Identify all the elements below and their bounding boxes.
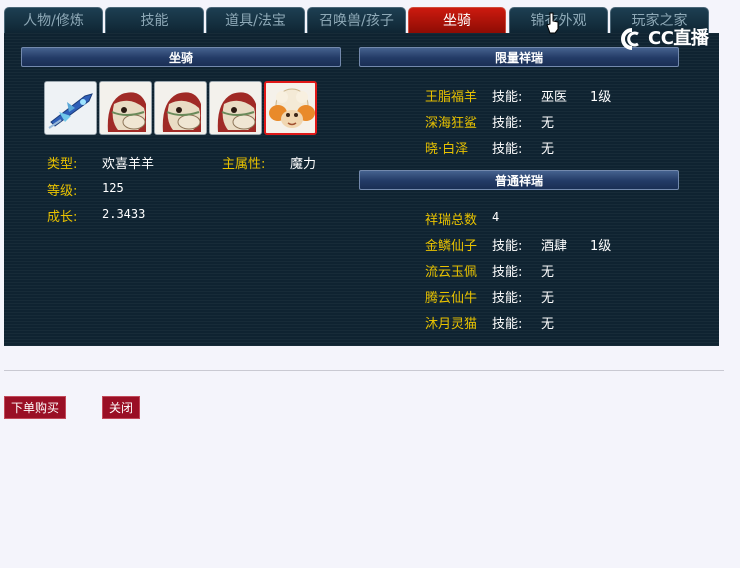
horse-mount-icon xyxy=(210,82,261,134)
divider xyxy=(4,370,724,371)
type-value: 欢喜羊羊 xyxy=(102,157,155,172)
level-value: 125 xyxy=(102,181,124,195)
limited-item-skill-label: 技能: xyxy=(492,90,523,105)
limited-item-name: 深海狂鲨 xyxy=(425,116,478,131)
normal-item-skill: 酒肆 xyxy=(541,239,568,254)
normal-item-skill: 无 xyxy=(541,265,555,280)
logo-text: CC直播 xyxy=(648,28,709,49)
tab-summons[interactable]: 召唤兽/孩子 xyxy=(307,7,406,33)
mount-slot[interactable] xyxy=(209,81,262,135)
auspicious-total-value: 4 xyxy=(492,210,500,224)
normal-item-skill-label: 技能: xyxy=(492,291,523,306)
mount-slot-selected[interactable] xyxy=(264,81,317,135)
flying-sword-mount-icon xyxy=(45,82,96,134)
auspicious-total-label: 祥瑞总数 xyxy=(425,213,478,228)
normal-item-skill-label: 技能: xyxy=(492,265,523,280)
sheep-mount-icon xyxy=(266,83,315,133)
cc-logo-icon xyxy=(621,28,639,50)
normal-item-skill-level: 1级 xyxy=(590,239,612,254)
normal-item-skill: 无 xyxy=(541,291,555,306)
growth-label: 成长: xyxy=(47,210,78,225)
mount-slot-list xyxy=(44,81,320,137)
normal-item-skill-label: 技能: xyxy=(492,239,523,254)
growth-value: 2.3433 xyxy=(102,207,146,221)
normal-item-name: 沐月灵猫 xyxy=(425,317,478,332)
tab-mount[interactable]: 坐骑 xyxy=(408,7,506,33)
normal-auspicious-title: 普通祥瑞 xyxy=(359,170,679,190)
main-attribute-label: 主属性: xyxy=(222,157,266,172)
limited-item-skill: 无 xyxy=(541,142,555,157)
close-button[interactable]: 关闭 xyxy=(102,396,140,419)
normal-item-skill: 无 xyxy=(541,317,555,332)
mount-slot[interactable] xyxy=(44,81,97,135)
mount-slot[interactable] xyxy=(154,81,207,135)
limited-item-skill-label: 技能: xyxy=(492,116,523,131)
limited-item-skill: 巫医 xyxy=(541,90,568,105)
tab-skills[interactable]: 技能 xyxy=(105,7,204,33)
normal-item-name: 流云玉佩 xyxy=(425,265,478,280)
tab-character[interactable]: 人物/修炼 xyxy=(4,7,103,33)
mount-section-title: 坐骑 xyxy=(21,47,341,67)
tab-items[interactable]: 道具/法宝 xyxy=(206,7,305,33)
horse-mount-icon xyxy=(155,82,206,134)
tab-bar: 人物/修炼 技能 道具/法宝 召唤兽/孩子 坐骑 锦衣外观 玩家之家 xyxy=(4,7,720,33)
mount-slot[interactable] xyxy=(99,81,152,135)
limited-item-name: 王脂福羊 xyxy=(425,90,478,105)
normal-item-name: 金鳞仙子 xyxy=(425,239,478,254)
hand-cursor-icon xyxy=(546,12,559,34)
type-label: 类型: xyxy=(47,157,78,172)
mount-panel: 坐骑 类型: 欢喜羊羊 主属性: 魔力 等级: 125 成长: 2.3433 限… xyxy=(4,33,719,346)
normal-item-skill-label: 技能: xyxy=(492,317,523,332)
level-label: 等级: xyxy=(47,184,78,199)
buy-button[interactable]: 下单购买 xyxy=(4,396,66,419)
main-attribute-value: 魔力 xyxy=(290,157,317,172)
normal-item-name: 腾云仙牛 xyxy=(425,291,478,306)
limited-item-name: 晓·白泽 xyxy=(425,142,469,157)
limited-item-skill: 无 xyxy=(541,116,555,131)
limited-item-skill-level: 1级 xyxy=(590,90,612,105)
limited-item-skill-label: 技能: xyxy=(492,142,523,157)
cc-live-watermark: CC直播 xyxy=(618,26,718,52)
horse-mount-icon xyxy=(100,82,151,134)
